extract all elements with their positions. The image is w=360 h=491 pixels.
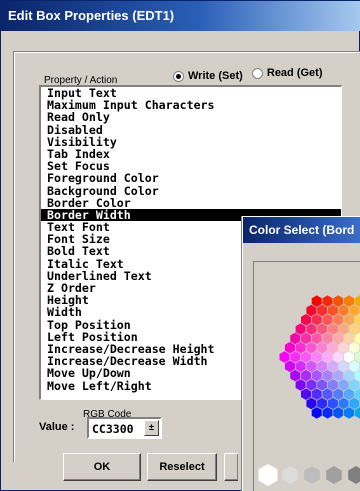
ok-button[interactable]: OK <box>63 453 141 481</box>
read-get-label: Read (Get) <box>266 67 323 79</box>
property-list-item[interactable]: Read Only <box>41 111 341 123</box>
property-list-item[interactable]: Disabled <box>41 123 341 135</box>
gray-swatch-hex[interactable] <box>258 464 278 486</box>
color-picker-panel <box>253 261 360 491</box>
reselect-button[interactable]: Reselect <box>147 453 217 481</box>
dialog-title-bar[interactable]: Edit Box Properties (EDT1) <box>1 1 360 31</box>
write-set-radio[interactable]: Write (Set) <box>173 70 243 82</box>
radio-unchecked-indicator <box>251 67 263 79</box>
gray-swatch-hex[interactable] <box>348 466 360 484</box>
value-dropdown-button[interactable]: ± <box>144 420 159 436</box>
partial-button[interactable] <box>224 453 238 481</box>
gray-swatch-hex[interactable] <box>304 466 320 484</box>
read-get-radio[interactable]: Read (Get) <box>251 67 323 79</box>
property-list-item[interactable]: Background Color <box>41 184 341 196</box>
hexagon-color-wheel[interactable] <box>254 262 360 491</box>
color-dialog-title: Color Select (Bord <box>249 223 355 237</box>
color-select-dialog: Color Select (Bord <box>242 216 360 491</box>
mode-radio-group: Write (Set) Read (Get) <box>173 67 329 82</box>
value-label: Value : <box>39 421 75 433</box>
color-dialog-title-bar[interactable]: Color Select (Bord <box>243 217 360 243</box>
value-input[interactable]: CC3300 ± <box>87 417 162 439</box>
write-set-label: Write (Set) <box>188 70 243 82</box>
gray-swatch-hex[interactable] <box>282 466 298 484</box>
dialog-title: Edit Box Properties (EDT1) <box>8 8 175 23</box>
property-list-item[interactable]: Foreground Color <box>41 172 341 184</box>
gray-swatch-hex[interactable] <box>326 466 342 484</box>
value-text: CC3300 <box>92 422 134 436</box>
radio-checked-indicator <box>173 70 184 82</box>
